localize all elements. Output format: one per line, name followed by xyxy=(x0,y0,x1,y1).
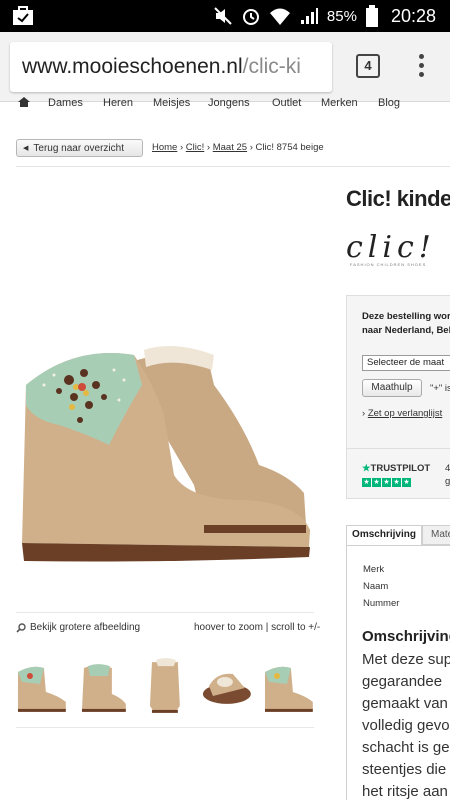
divider xyxy=(16,727,314,728)
product-main-image[interactable] xyxy=(14,325,314,585)
tab-maten[interactable]: Mate xyxy=(422,525,450,545)
trustpilot-score-detail: g xyxy=(445,476,450,487)
mute-icon xyxy=(214,7,232,25)
status-bar: 85% 20:28 xyxy=(0,0,450,32)
thumbnail-1[interactable] xyxy=(14,652,69,716)
description-line: gegarandee xyxy=(362,673,443,690)
spec-naam: Naam xyxy=(363,581,389,592)
back-to-overview-button[interactable]: ◀ Terug naar overzicht xyxy=(16,139,143,157)
wifi-icon xyxy=(269,8,290,25)
spec-merk: Merk xyxy=(363,564,385,575)
url-path: /clic-ki xyxy=(242,55,301,78)
star-icon: ★ xyxy=(362,478,371,487)
divider xyxy=(16,612,314,613)
breadcrumb-size[interactable]: Maat 25 xyxy=(213,142,247,153)
url-domain: www.mooieschoenen.nl xyxy=(22,55,243,78)
browser-toolbar: www.mooieschoenen.nl/clic-ki 4 xyxy=(0,32,450,102)
size-select[interactable]: Selecteer de maat xyxy=(362,355,450,371)
size-help-button[interactable]: Maathulp xyxy=(362,379,422,397)
brand-logo[interactable]: clic! xyxy=(346,230,436,265)
breadcrumb-separator: › xyxy=(247,142,256,153)
trustpilot-score: 4 xyxy=(445,463,450,474)
enlarge-image-link[interactable]: Bekijk grotere afbeelding xyxy=(16,622,140,633)
wishlist-label: Zet op verlanglijst xyxy=(367,408,443,419)
nav-merken[interactable]: Merken xyxy=(321,97,358,109)
thumbnail-4[interactable] xyxy=(199,652,254,716)
description-line: schacht is ge xyxy=(362,739,450,756)
breadcrumb-brand[interactable]: Clic! xyxy=(186,142,204,153)
star-icon: ★ xyxy=(372,478,381,487)
breadcrumb-home[interactable]: Home xyxy=(152,142,177,153)
star-icon: ★ xyxy=(382,478,391,487)
description-line: steentjes die xyxy=(362,761,447,778)
spec-nummer: Nummer xyxy=(363,598,400,609)
divider xyxy=(347,448,450,449)
notification-icon xyxy=(13,6,33,25)
nav-jongens[interactable]: Jongens xyxy=(208,97,250,109)
description-title: Omschrijving xyxy=(362,628,450,645)
breadcrumb-separator: › xyxy=(177,142,186,153)
thumbnail-strip xyxy=(14,652,316,718)
enlarge-label: Bekijk grotere afbeelding xyxy=(30,622,141,633)
nav-blog[interactable]: Blog xyxy=(378,97,400,109)
chevron-right-icon: › xyxy=(362,408,366,419)
home-icon[interactable] xyxy=(18,97,30,107)
breadcrumb-separator: › xyxy=(204,142,213,153)
description-line: Met deze sup xyxy=(362,651,450,668)
star-icon: ★ xyxy=(392,478,401,487)
clock: 20:28 xyxy=(390,5,436,26)
description-line: volledig gevo xyxy=(362,717,450,734)
product-title: Clic! kinde xyxy=(346,186,450,211)
trustpilot-stars: ★ ★ ★ ★ ★ xyxy=(362,478,411,487)
tab-omschrijving[interactable]: Omschrijving xyxy=(346,525,422,545)
star-icon: ★ xyxy=(362,463,371,474)
url-bar[interactable]: www.mooieschoenen.nl/clic-ki xyxy=(10,42,332,92)
battery-percentage: 85% xyxy=(326,7,357,25)
battery-icon xyxy=(365,5,378,27)
zoom-hint: hoover to zoom | scroll to +/- xyxy=(194,622,321,633)
breadcrumb-current: Clic! 8754 beige xyxy=(255,142,324,153)
nav-outlet[interactable]: Outlet xyxy=(272,97,301,109)
nav-dames[interactable]: Dames xyxy=(48,97,83,109)
divider xyxy=(16,166,450,167)
wishlist-link[interactable]: › Zet op verlanglijst xyxy=(362,408,442,419)
overflow-menu-icon[interactable] xyxy=(414,54,428,80)
tab-switcher-button[interactable]: 4 xyxy=(356,54,380,78)
description-line: het ritsje aan xyxy=(362,783,448,800)
tab-panel-border xyxy=(346,545,347,800)
signal-icon xyxy=(300,8,318,24)
nav-heren[interactable]: Heren xyxy=(103,97,133,109)
delivery-note-line: Deze bestelling word xyxy=(362,311,450,322)
brand-tagline: FASHION CHILDREN SHOES xyxy=(350,262,427,267)
description-line: gemaakt van xyxy=(362,695,448,712)
breadcrumb: Home › Clic! › Maat 25 › Clic! 8754 beig… xyxy=(152,142,324,153)
delivery-note: Deze bestelling word naar Nederland, Bel xyxy=(362,310,450,338)
trustpilot-logo[interactable]: ★TRUSTPILOT xyxy=(362,463,430,474)
nav-meisjes[interactable]: Meisjes xyxy=(153,97,190,109)
plus-info-text: "+" is xyxy=(430,383,450,394)
back-button-label: Terug naar overzicht xyxy=(33,142,124,154)
thumbnail-5[interactable] xyxy=(261,652,316,716)
magnifier-icon xyxy=(16,622,26,633)
thumbnail-2[interactable] xyxy=(76,652,131,716)
thumbnail-3[interactable] xyxy=(138,652,193,716)
star-icon: ★ xyxy=(402,478,411,487)
arrow-left-icon: ◀ xyxy=(23,145,29,152)
delivery-note-line: naar Nederland, Bel xyxy=(362,325,450,336)
trustpilot-label: TRUSTPILOT xyxy=(370,463,431,474)
alarm-icon xyxy=(242,9,259,25)
tab-underline xyxy=(346,545,450,546)
